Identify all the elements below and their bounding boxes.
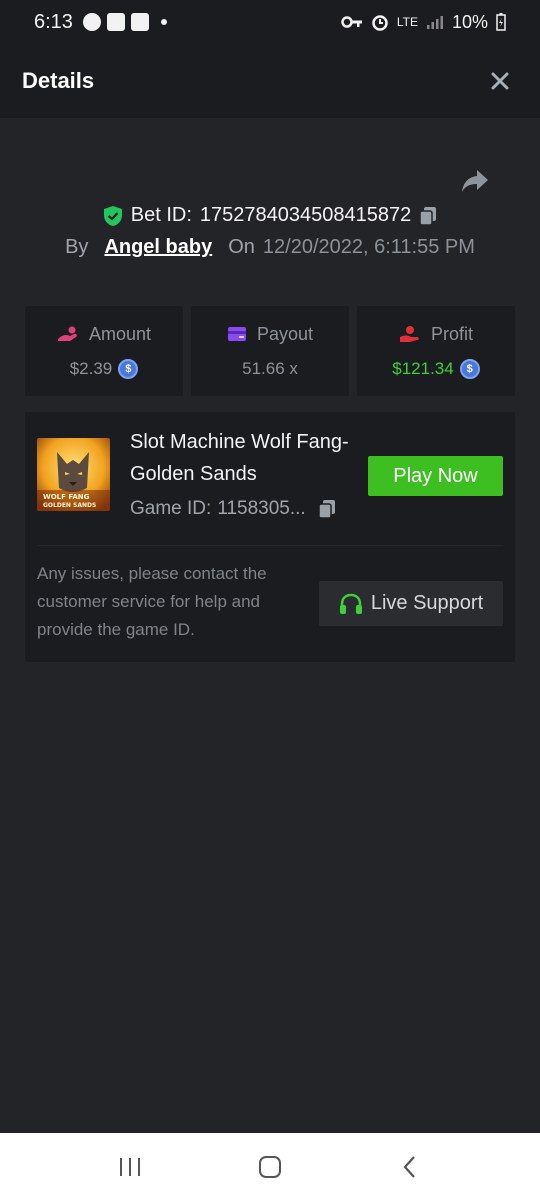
status-time: 6:13 (34, 10, 73, 33)
amount-card: Amount $2.39 $ (25, 306, 183, 396)
status-right: LTE 10% (341, 12, 506, 33)
user-link[interactable]: Angel baby (104, 236, 212, 259)
vpn-key-icon (341, 16, 362, 28)
profit-value: $121.34 (392, 358, 454, 378)
thumb-text-2: GOLDEN SANDS (43, 502, 96, 509)
amount-label: Amount (88, 323, 152, 344)
bet-date: 12/20/2022, 6:11:55 PM (262, 236, 475, 258)
bet-id-value: 1752784034508415872 (199, 204, 412, 226)
back-icon (403, 1155, 415, 1178)
status-bar: 6:13 LTE 10% (0, 0, 540, 44)
bet-stats: Amount $2.39 $ Payout 51.66 x Profit $12… (25, 306, 515, 396)
bet-id-label: Bet ID: (130, 204, 192, 226)
support-text: Any issues, please contact the customer … (37, 564, 267, 639)
live-support-button[interactable]: Live Support (319, 581, 503, 626)
payout-label: Payout (256, 323, 314, 344)
battery-icon (496, 13, 506, 31)
copy-game-id-icon[interactable] (317, 499, 336, 519)
back-button[interactable] (385, 1142, 435, 1192)
notification-icons (82, 13, 167, 31)
coin-icon: $ (459, 358, 480, 379)
on-label: On (228, 236, 255, 258)
home-icon (259, 1155, 281, 1178)
amount-value: $2.39 (69, 358, 113, 378)
divider (37, 545, 503, 546)
message-icon (82, 13, 101, 31)
play-now-button[interactable]: Play Now (368, 456, 503, 496)
bet-id-row: Bet ID: 1752784034508415872 (0, 204, 540, 227)
live-support-label: Live Support (370, 592, 484, 614)
game-name[interactable]: Slot Machine Wolf Fang- Golden Sands (130, 426, 360, 490)
home-button[interactable] (245, 1142, 295, 1192)
payout-card: Payout 51.66 x (191, 306, 349, 396)
game-id-label: Game ID: (130, 498, 212, 519)
share-button[interactable] (460, 166, 490, 196)
by-label: By (65, 236, 89, 258)
bet-author-row: By Angel baby On 12/20/2022, 6:11:55 PM (0, 236, 540, 259)
more-notifications-icon (160, 19, 167, 25)
card-icon (227, 327, 246, 341)
shopping-bag-icon (130, 13, 149, 31)
page-title: Details (22, 68, 95, 93)
game-id-row: Game ID: 1158305... (130, 498, 336, 520)
gallery-icon (106, 13, 125, 31)
share-icon (462, 170, 488, 192)
game-thumbnail[interactable]: WOLF FANG GOLDEN SANDS (37, 438, 110, 511)
coin-icon: $ (118, 358, 139, 379)
verified-shield-icon (103, 205, 122, 226)
signal-icon (426, 16, 443, 29)
alarm-icon (372, 15, 388, 31)
profit-label: Profit (430, 323, 473, 344)
payout-value: 51.66 x (242, 358, 298, 378)
bet-hand-icon (57, 326, 77, 341)
wolf-game-art: WOLF FANG GOLDEN SANDS (37, 438, 110, 511)
android-nav-bar (0, 1133, 540, 1200)
game-card: WOLF FANG GOLDEN SANDS Slot Machine Wolf… (25, 412, 515, 662)
recents-icon (120, 1157, 140, 1176)
details-header: Details (0, 44, 540, 118)
headset-icon (339, 593, 362, 614)
money-hand-icon (399, 326, 419, 342)
recents-button[interactable] (105, 1142, 155, 1192)
close-icon (491, 72, 509, 90)
profit-card: Profit $121.34 $ (357, 306, 515, 396)
network-type: LTE (396, 15, 418, 29)
thumb-text-1: WOLF FANG (43, 493, 90, 501)
game-id-value: 1158305... (217, 498, 306, 519)
battery-level: 10% (451, 11, 488, 32)
copy-bet-id-icon[interactable] (419, 206, 437, 226)
close-button[interactable] (482, 63, 518, 99)
